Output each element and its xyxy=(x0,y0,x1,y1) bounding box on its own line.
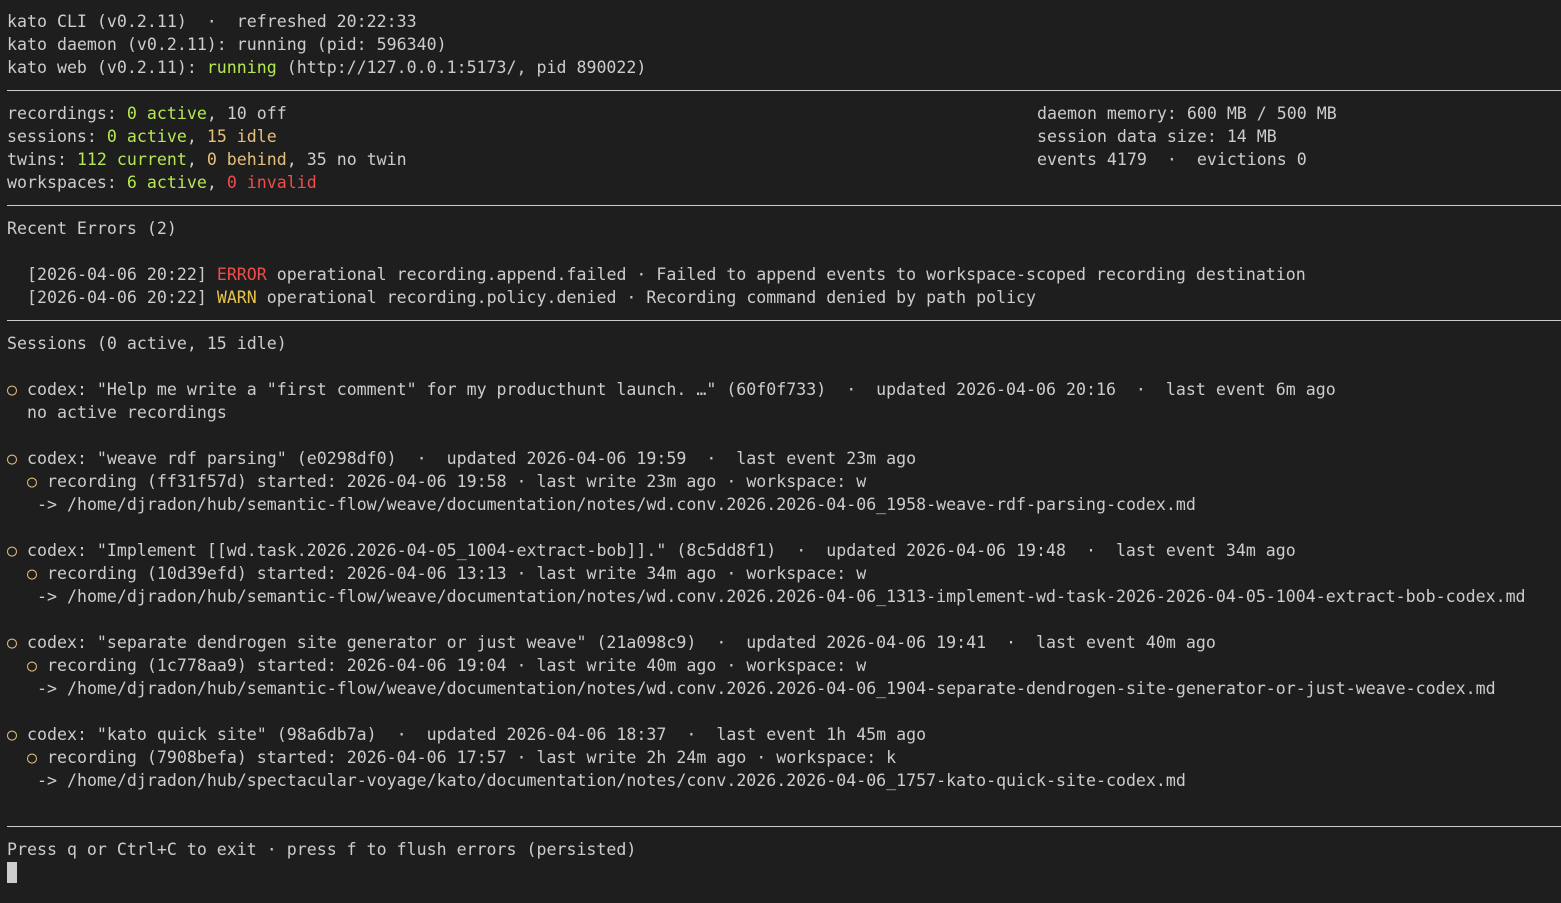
recording-info: recording (ff31f57d) started: 2026-04-06… xyxy=(47,472,867,491)
recording-path: -> /home/djradon/hub/spectacular-voyage/… xyxy=(37,771,1186,790)
web-status-line: kato web (v0.2.11): running (http://127.… xyxy=(7,56,646,79)
session-data-size-stat: session data size: 14 MB xyxy=(1037,127,1277,146)
terminal-window[interactable]: kato CLI (v0.2.11) · refreshed 20:22:33 … xyxy=(0,0,1561,903)
recordings-off: 10 off xyxy=(226,104,287,123)
recording-circle-icon: ○ xyxy=(27,748,37,767)
idle-circle-icon: ○ xyxy=(7,380,17,399)
sessions-stat: sessions: 0 active, 15 idle xyxy=(7,125,277,148)
error-level-badge: ERROR xyxy=(216,265,267,284)
web-status-prefix: kato web (v0.2.11): xyxy=(7,58,207,77)
recording-line: ○ recording (ff31f57d) started: 2026-04-… xyxy=(27,470,866,493)
session-header: codex: "Help me write a "first comment" … xyxy=(27,380,1336,399)
separator: , xyxy=(186,150,207,169)
divider xyxy=(7,826,1561,827)
error-timestamp: [2026-04-06 20:22] xyxy=(27,265,217,284)
twins-stat: twins: 112 current, 0 behind, 35 no twin xyxy=(7,148,407,171)
recording-circle-icon: ○ xyxy=(27,472,37,491)
recordings-active: 0 active xyxy=(126,104,207,123)
separator: , xyxy=(206,104,227,123)
idle-circle-icon: ○ xyxy=(7,541,17,560)
twins-behind: 0 behind xyxy=(206,150,287,169)
divider xyxy=(7,205,1561,206)
session-item: ○ codex: "kato quick site" (98a6db7a) · … xyxy=(7,723,926,746)
recording-line: ○ recording (7908befa) started: 2026-04-… xyxy=(27,746,896,769)
separator: , xyxy=(186,127,207,146)
recording-line: ○ recording (10d39efd) started: 2026-04-… xyxy=(27,562,866,585)
twins-current: 112 current xyxy=(76,150,187,169)
recording-path: -> /home/djradon/hub/semantic-flow/weave… xyxy=(37,495,1196,514)
recordings-label: recordings: xyxy=(7,104,127,123)
divider xyxy=(7,90,1561,91)
session-item: ○ codex: "separate dendrogen site genera… xyxy=(7,631,1216,654)
twins-label: twins: xyxy=(7,150,77,169)
workspaces-invalid: 0 invalid xyxy=(226,173,317,192)
error-timestamp: [2026-04-06 20:22] xyxy=(27,288,217,307)
recording-info: recording (7908befa) started: 2026-04-06… xyxy=(47,748,897,767)
warn-entry: [2026-04-06 20:22] WARN operational reco… xyxy=(27,286,1036,309)
cli-version-line: kato CLI (v0.2.11) · refreshed 20:22:33 xyxy=(7,12,417,31)
session-item: ○ codex: "Help me write a "first comment… xyxy=(7,378,1336,401)
separator: , xyxy=(286,150,307,169)
recording-info: recording (1c778aa9) started: 2026-04-06… xyxy=(47,656,867,675)
warn-level-badge: WARN xyxy=(216,288,257,307)
recording-line: ○ recording (1c778aa9) started: 2026-04-… xyxy=(27,654,866,677)
idle-circle-icon: ○ xyxy=(7,725,17,744)
error-message: operational recording.policy.denied · Re… xyxy=(256,288,1037,307)
error-entry: [2026-04-06 20:22] ERROR operational rec… xyxy=(27,263,1306,286)
divider xyxy=(7,320,1561,321)
workspaces-stat: workspaces: 6 active, 0 invalid xyxy=(7,171,317,194)
session-item: ○ codex: "Implement [[wd.task.2026.2026-… xyxy=(7,539,1296,562)
web-status-suffix: (http://127.0.0.1:5173/, pid 890022) xyxy=(276,58,647,77)
workspaces-label: workspaces: xyxy=(7,173,127,192)
terminal-cursor[interactable] xyxy=(7,862,17,883)
idle-circle-icon: ○ xyxy=(7,449,17,468)
web-status-running: running xyxy=(206,58,277,77)
recording-path: -> /home/djradon/hub/semantic-flow/weave… xyxy=(37,587,1526,606)
separator: , xyxy=(206,173,227,192)
sessions-active: 0 active xyxy=(106,127,187,146)
twins-no-twin: 35 no twin xyxy=(306,150,407,169)
help-footer: Press q or Ctrl+C to exit · press f to f… xyxy=(7,840,637,859)
session-header: codex: "kato quick site" (98a6db7a) · up… xyxy=(27,725,927,744)
error-message: operational recording.append.failed · Fa… xyxy=(266,265,1306,284)
recordings-stat: recordings: 0 active, 10 off xyxy=(7,102,287,125)
recent-errors-title: Recent Errors (2) xyxy=(7,219,177,238)
sessions-idle: 15 idle xyxy=(206,127,277,146)
events-stat: events 4179 · evictions 0 xyxy=(1037,150,1307,169)
session-detail: no active recordings xyxy=(27,403,227,422)
sessions-label: sessions: xyxy=(7,127,107,146)
recording-info: recording (10d39efd) started: 2026-04-06… xyxy=(47,564,867,583)
session-header: codex: "Implement [[wd.task.2026.2026-04… xyxy=(27,541,1296,560)
session-header: codex: "separate dendrogen site generato… xyxy=(27,633,1216,652)
recording-circle-icon: ○ xyxy=(27,656,37,675)
idle-circle-icon: ○ xyxy=(7,633,17,652)
recording-circle-icon: ○ xyxy=(27,564,37,583)
recording-path: -> /home/djradon/hub/semantic-flow/weave… xyxy=(37,679,1496,698)
workspaces-active: 6 active xyxy=(126,173,207,192)
sessions-title: Sessions (0 active, 15 idle) xyxy=(7,334,287,353)
session-item: ○ codex: "weave rdf parsing" (e0298df0) … xyxy=(7,447,916,470)
daemon-memory-stat: daemon memory: 600 MB / 500 MB xyxy=(1037,104,1337,123)
daemon-status-line: kato daemon (v0.2.11): running (pid: 596… xyxy=(7,35,447,54)
session-header: codex: "weave rdf parsing" (e0298df0) · … xyxy=(27,449,917,468)
